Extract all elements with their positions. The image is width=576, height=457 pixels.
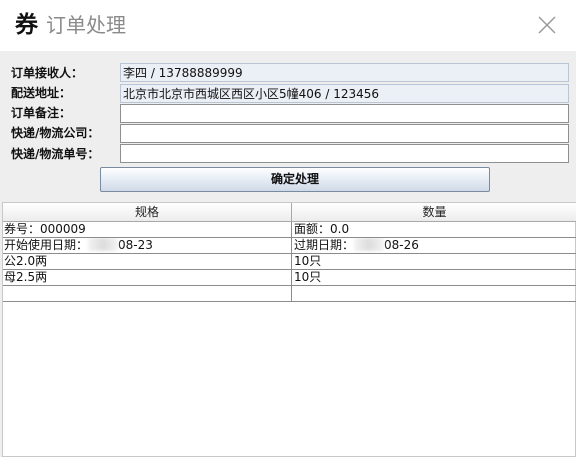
table-cell: 10只 (294, 254, 322, 268)
remark-input[interactable] (120, 104, 569, 123)
table-cell (292, 286, 576, 301)
close-button[interactable] (533, 11, 561, 39)
spec-table: 规格 数量 券号：000009 面额：0.0 开始使用日期： 08-23 过期日期… (2, 202, 576, 457)
redacted-mask (88, 238, 119, 251)
column-header-spec[interactable]: 规格 (3, 203, 292, 222)
table-header: 规格 数量 (3, 203, 576, 222)
start-date-value: 08-23 (118, 238, 153, 252)
address-field: 北京市北京市西城区西区小区5幢406 / 123456 (120, 84, 569, 103)
tracking-label: 快递/物流单号： (11, 147, 100, 161)
table-cell: 券号：000009 (3, 222, 292, 237)
expiry-date-value: 08-26 (384, 238, 419, 252)
coupon-logo-icon: 券 (15, 11, 38, 38)
table-cell: 过期日期： 08-26 (292, 238, 576, 253)
address-label: 配送地址： (11, 86, 72, 100)
confirm-button[interactable]: 确定处理 (100, 167, 490, 192)
table-row[interactable] (3, 286, 576, 302)
table-cell: 10只 (294, 270, 322, 284)
company-label: 快递/物流公司： (11, 126, 100, 140)
redacted-mask (354, 238, 385, 251)
table-row[interactable]: 券号：000009 面额：0.0 (3, 222, 576, 238)
column-header-quantity[interactable]: 数量 (292, 203, 576, 222)
table-row[interactable]: 开始使用日期： 08-23 过期日期： 08-26 (3, 238, 576, 254)
table-row[interactable]: 母2.5两 10只 (3, 270, 576, 286)
title-bar: 券 订单处理 (0, 0, 576, 51)
table-row[interactable]: 公2.0两 10只 (3, 254, 576, 270)
table-cell: 公2.0两 (3, 254, 292, 269)
tracking-number-input[interactable] (120, 144, 569, 163)
close-icon (538, 16, 556, 34)
recipient-label: 订单接收人： (11, 66, 84, 80)
table-cell (3, 286, 292, 301)
courier-company-input[interactable] (120, 124, 569, 143)
window-title: 订单处理 (46, 13, 126, 37)
remark-label: 订单备注： (11, 106, 72, 120)
start-date-label: 开始使用日期： (4, 238, 89, 252)
recipient-field: 李四 / 13788889999 (120, 63, 569, 82)
table-cell: 面额：0.0 (294, 222, 350, 236)
expiry-date-label: 过期日期： (294, 238, 355, 252)
table-cell: 母2.5两 (3, 270, 292, 285)
table-cell: 开始使用日期： 08-23 (3, 238, 292, 253)
